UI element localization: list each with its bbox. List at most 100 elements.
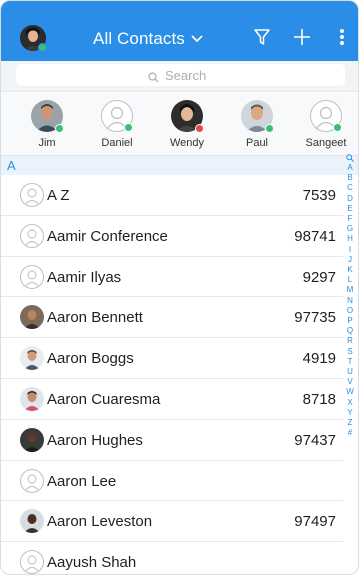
section-header: A	[1, 155, 358, 175]
index-letter[interactable]: C	[344, 183, 356, 193]
default-avatar-icon	[20, 223, 44, 248]
contact-name: A Z	[47, 187, 70, 204]
favorite-wendy[interactable]: Wendy	[156, 100, 218, 149]
contact-name: Aaron Lee	[47, 472, 117, 490]
contacts-filter-dropdown[interactable]: All Contacts	[93, 28, 203, 50]
avatar	[20, 386, 44, 411]
header-title: All Contacts	[93, 29, 185, 48]
list-item[interactable]: Aaron Lee	[1, 461, 343, 502]
index-letter[interactable]: I	[344, 245, 356, 255]
filter-button[interactable]	[250, 27, 274, 51]
default-avatar-icon	[310, 100, 342, 132]
index-letter[interactable]: X	[344, 398, 356, 408]
index-letter[interactable]: F	[344, 214, 356, 224]
index-letter[interactable]: K	[344, 265, 356, 275]
index-letter[interactable]: M	[344, 285, 356, 295]
list-item[interactable]: Aaron Cuaresma 8718	[1, 379, 343, 420]
favorite-jim[interactable]: Jim	[16, 100, 78, 149]
avatar	[171, 100, 204, 133]
contact-name: Aaron Bennett	[47, 309, 143, 327]
index-letter[interactable]: Y	[344, 408, 356, 418]
list-item[interactable]: Aamir Ilyas 9297	[1, 257, 343, 298]
contact-extension: 8718	[302, 390, 336, 408]
status-online-indicator	[55, 124, 64, 133]
contact-name: Aamir Conference	[47, 227, 168, 245]
contact-extension: 4919	[302, 350, 336, 368]
avatar	[20, 305, 44, 330]
index-letter[interactable]: #	[344, 428, 356, 438]
contact-list: A Z 7539 Aamir Conference 98741 Aamir Il…	[1, 175, 343, 574]
section-letter: A	[7, 158, 16, 173]
status-busy-indicator	[195, 124, 204, 133]
avatar	[20, 427, 44, 452]
favorite-name: Paul	[245, 137, 269, 149]
vertical-ellipsis-icon	[339, 28, 345, 51]
index-letter[interactable]: N	[344, 296, 356, 306]
default-avatar-icon	[101, 100, 133, 132]
avatar	[241, 100, 274, 133]
index-letter[interactable]: J	[344, 255, 356, 265]
favorite-paul[interactable]: Paul	[226, 100, 288, 149]
favorite-sangeet[interactable]: Sangeet	[295, 100, 357, 149]
list-item[interactable]: Aaron Boggs 4919	[1, 338, 343, 379]
index-letter[interactable]: R	[344, 336, 356, 346]
index-letter[interactable]: W	[344, 387, 356, 397]
favorites-strip: Jim Daniel Wendy Paul Sangeet	[1, 93, 358, 155]
index-letter[interactable]: U	[344, 367, 356, 377]
index-letter[interactable]: T	[344, 357, 356, 367]
index-letter[interactable]: D	[344, 194, 356, 204]
contact-extension: 7539	[302, 187, 336, 204]
alphabet-index[interactable]: A B C D E F G H I J K L M N O P Q R S T …	[344, 154, 356, 438]
index-letter[interactable]: G	[344, 224, 356, 234]
index-letter[interactable]: Z	[344, 418, 356, 428]
index-letter[interactable]: B	[344, 173, 356, 183]
list-item[interactable]: Aaron Hughes 97437	[1, 420, 343, 461]
index-letter[interactable]: P	[344, 316, 356, 326]
contact-name: Aaron Leveston	[47, 513, 153, 531]
contact-extension: 9297	[302, 268, 336, 286]
favorite-daniel[interactable]: Daniel	[86, 100, 148, 149]
contact-name: Aamir Ilyas	[47, 268, 122, 286]
avatar	[20, 346, 44, 371]
index-letter[interactable]: Q	[344, 326, 356, 336]
list-item[interactable]: Aaron Leveston 97497	[1, 501, 343, 543]
list-item[interactable]: Aaron Bennett 97735	[1, 297, 343, 339]
default-avatar-icon	[20, 264, 44, 289]
default-avatar-icon	[20, 550, 44, 574]
index-letter[interactable]: A	[344, 163, 356, 173]
contacts-app: All Contacts Search Jim Daniel Wendy Pau…	[0, 0, 359, 575]
contact-extension: 97437	[294, 431, 336, 449]
contact-name: Aaron Hughes	[47, 431, 143, 449]
add-contact-button[interactable]	[290, 27, 314, 51]
search-box[interactable]	[16, 64, 345, 86]
list-item[interactable]: Aamir Conference 98741	[1, 216, 343, 257]
search-input[interactable]	[165, 67, 213, 83]
filter-icon	[253, 28, 271, 51]
index-letter[interactable]: H	[344, 234, 356, 244]
index-letter[interactable]: S	[344, 347, 356, 357]
status-online-indicator	[333, 123, 342, 132]
more-options-button[interactable]	[330, 27, 354, 51]
index-letter[interactable]: V	[344, 377, 356, 387]
contact-extension: 97497	[294, 513, 336, 531]
favorite-name: Jim	[38, 137, 56, 149]
list-item[interactable]: Aayush Shah	[1, 542, 343, 574]
app-header: All Contacts	[1, 1, 358, 61]
list-item[interactable]: A Z 7539	[1, 175, 343, 216]
index-letter[interactable]: L	[344, 275, 356, 285]
chevron-down-icon	[191, 33, 203, 45]
favorite-name: Daniel	[101, 137, 133, 149]
index-letter[interactable]: E	[344, 204, 356, 214]
default-avatar-icon	[20, 183, 44, 207]
search-icon[interactable]	[346, 154, 354, 162]
default-avatar-icon	[20, 468, 44, 493]
contact-name: Aayush Shah	[47, 554, 137, 572]
index-letter[interactable]: O	[344, 306, 356, 316]
search-icon	[148, 70, 159, 82]
favorite-name: Sangeet	[305, 137, 347, 149]
avatar	[20, 509, 44, 534]
contact-extension: 97735	[294, 309, 336, 327]
search-bar	[1, 61, 358, 92]
status-online-indicator	[265, 124, 274, 133]
favorite-name: Wendy	[169, 137, 205, 149]
